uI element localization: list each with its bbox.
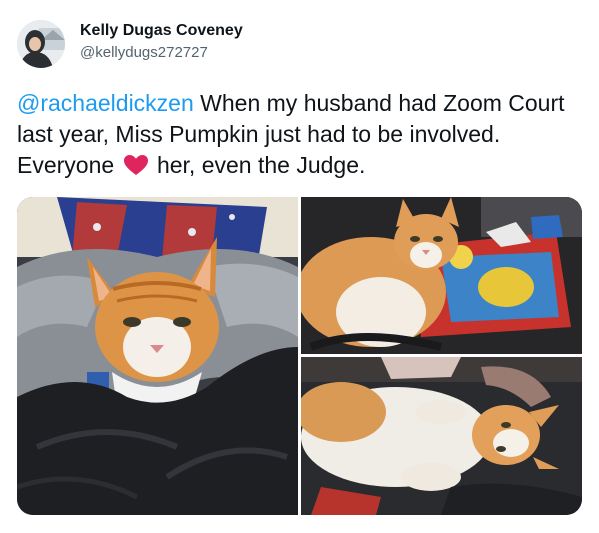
tweet-text-part2: her, even the Judge. bbox=[150, 152, 366, 178]
media-grid bbox=[17, 197, 582, 515]
author-avatar[interactable] bbox=[17, 20, 65, 68]
photo-cat-in-blankets[interactable] bbox=[17, 197, 298, 515]
tweet-text: @rachaeldickzen When my husband had Zoom… bbox=[17, 88, 582, 181]
author-name[interactable]: Kelly Dugas Coveney bbox=[80, 22, 243, 40]
photo-cat-lying-on-back[interactable] bbox=[301, 357, 582, 515]
tweet-card: Kelly Dugas Coveney @kellydugs272727 @ra… bbox=[0, 0, 599, 533]
author-handle[interactable]: @kellydugs272727 bbox=[80, 44, 208, 61]
red-heart-icon bbox=[123, 153, 149, 175]
mention-link[interactable]: @rachaeldickzen bbox=[17, 90, 194, 116]
photo-cat-on-play-mat[interactable] bbox=[301, 197, 582, 354]
